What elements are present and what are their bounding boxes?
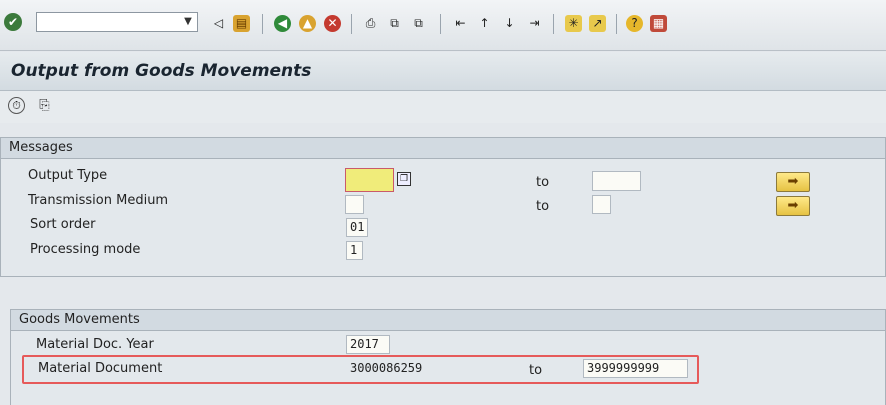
arrow-right-icon: ➡ xyxy=(787,198,799,213)
back-nav-icon[interactable]: ◀ xyxy=(274,15,291,32)
shortcut-icon[interactable]: ↗ xyxy=(589,15,606,32)
output-type-to-label: to xyxy=(536,175,550,190)
get-variant-icon[interactable]: ⎘ xyxy=(36,97,53,114)
previous-page-icon[interactable]: ↑ xyxy=(476,15,493,32)
execute-icon[interactable]: ⏱ xyxy=(8,97,25,114)
print-icon[interactable]: ⎙ xyxy=(362,15,379,32)
output-type-label: Output Type xyxy=(28,168,108,183)
messages-heading: Messages xyxy=(1,138,885,159)
toolbar-separator xyxy=(616,14,617,34)
goods-movements-heading: Goods Movements xyxy=(11,310,885,331)
toolbar-separator xyxy=(553,14,554,34)
processing-mode-input[interactable]: 1 xyxy=(346,241,363,260)
output-type-input[interactable] xyxy=(345,168,394,192)
sort-order-input[interactable]: 01 xyxy=(346,218,368,237)
find-next-icon[interactable]: ⧉ xyxy=(410,15,427,32)
enter-icon[interactable]: ✔ xyxy=(4,13,22,31)
toolbar-separator xyxy=(440,14,441,34)
output-type-to-input[interactable] xyxy=(592,171,641,191)
transmission-medium-multiple-selection-button[interactable]: ➡ xyxy=(776,196,810,216)
material-doc-year-input[interactable]: 2017 xyxy=(346,335,390,354)
arrow-right-icon: ➡ xyxy=(787,174,799,189)
exit-icon[interactable]: ▲ xyxy=(299,15,316,32)
material-doc-year-label: Material Doc. Year xyxy=(36,337,154,352)
sort-order-label: Sort order xyxy=(30,217,96,232)
create-session-icon[interactable]: ✳ xyxy=(565,15,582,32)
page-title: Output from Goods Movements xyxy=(11,61,312,81)
highlight-box xyxy=(22,355,699,384)
transmission-medium-label: Transmission Medium xyxy=(28,193,169,208)
search-help-icon[interactable]: ❐ xyxy=(397,172,411,186)
next-page-icon[interactable]: ↓ xyxy=(501,15,518,32)
save-icon[interactable]: ▤ xyxy=(233,15,250,32)
application-toolbar xyxy=(0,91,886,123)
transmission-medium-to-label: to xyxy=(536,199,550,214)
toolbar-separator xyxy=(351,14,352,34)
last-page-icon[interactable]: ⇥ xyxy=(526,15,543,32)
cancel-icon[interactable]: ✕ xyxy=(324,15,341,32)
chevron-down-icon[interactable]: ▼ xyxy=(181,14,195,30)
command-field[interactable]: ▼ xyxy=(36,12,198,32)
first-page-icon[interactable]: ⇤ xyxy=(452,15,469,32)
transmission-medium-input[interactable] xyxy=(345,195,364,214)
toolbar-separator xyxy=(262,14,263,34)
find-icon[interactable]: ⧉ xyxy=(386,15,403,32)
customize-layout-icon[interactable]: ▦ xyxy=(650,15,667,32)
help-icon[interactable]: ? xyxy=(626,15,643,32)
transmission-medium-to-input[interactable] xyxy=(592,195,611,214)
output-type-multiple-selection-button[interactable]: ➡ xyxy=(776,172,810,192)
processing-mode-label: Processing mode xyxy=(30,242,141,257)
back-icon[interactable]: ◁ xyxy=(210,15,227,32)
